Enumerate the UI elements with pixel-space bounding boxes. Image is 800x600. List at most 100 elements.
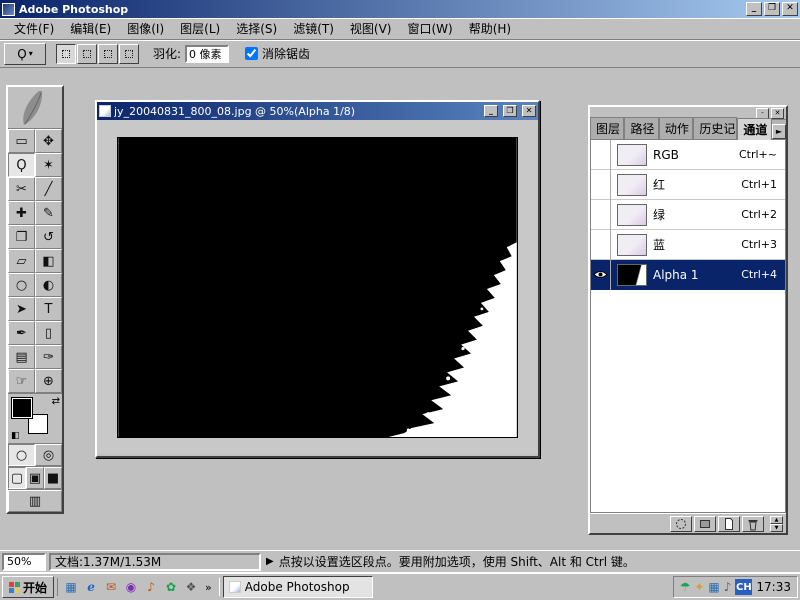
menu-item-filter[interactable]: 滤镜(T) <box>285 18 342 39</box>
scroll-up-button[interactable]: ▲ <box>770 516 783 524</box>
tool-blur[interactable]: ○ <box>8 273 35 297</box>
screen-mode-row: ▢ ▣ ■ <box>8 466 62 489</box>
menu-item-view[interactable]: 视图(V) <box>342 18 400 39</box>
selection-intersect-button[interactable] <box>119 44 139 64</box>
taskbar-button-photoshop[interactable]: Adobe Photoshop <box>223 576 373 598</box>
tool-move[interactable]: ✥ <box>35 129 62 153</box>
channel-row-green[interactable]: 绿 Ctrl+2 <box>591 200 785 230</box>
tool-eyedropper[interactable]: ✑ <box>35 345 62 369</box>
close-button[interactable]: ✕ <box>782 2 798 16</box>
tab-actions[interactable]: 动作 <box>659 117 693 139</box>
tool-preset-picker[interactable]: Ϙ ▾ <box>4 43 46 65</box>
standard-screen-button[interactable]: ▢ <box>8 467 26 489</box>
tool-shape[interactable]: ▯ <box>35 321 62 345</box>
tool-clone-stamp[interactable]: ❐ <box>8 225 35 249</box>
tool-dodge[interactable]: ◐ <box>35 273 62 297</box>
new-channel-button[interactable] <box>718 516 740 532</box>
jump-to-imageready-button[interactable]: ▥ <box>8 490 62 512</box>
restore-button[interactable]: ❐ <box>764 2 780 16</box>
tool-pen[interactable]: ✒ <box>8 321 35 345</box>
channel-row-red[interactable]: 红 Ctrl+1 <box>591 170 785 200</box>
tool-zoom[interactable]: ⊕ <box>35 369 62 393</box>
tool-eraser[interactable]: ▱ <box>8 249 35 273</box>
swap-colors-icon[interactable]: ⇄ <box>52 396 60 407</box>
default-colors-icon[interactable]: ◧ <box>11 431 20 441</box>
palette-minimize-button[interactable]: - <box>756 108 769 119</box>
tab-history[interactable]: 历史记 <box>693 117 737 139</box>
tool-slice[interactable]: ╱ <box>35 177 62 201</box>
internet-explorer-icon[interactable]: e <box>82 578 100 596</box>
app-titlebar[interactable]: Adobe Photoshop _ ❐ ✕ <box>0 0 800 18</box>
tool-healing-brush[interactable]: ✚ <box>8 201 35 225</box>
fullscreen-menu-button[interactable]: ▣ <box>26 467 44 489</box>
zoom-level-field[interactable]: 50% <box>2 553 46 571</box>
tab-paths[interactable]: 路径 <box>624 117 658 139</box>
document-minimize-button[interactable]: _ <box>484 105 498 117</box>
tool-rect-marquee[interactable]: ▭ <box>8 129 35 153</box>
channel-row-alpha1[interactable]: Alpha 1 Ctrl+4 <box>591 260 785 290</box>
visibility-toggle[interactable] <box>591 260 611 290</box>
foreground-color-swatch[interactable] <box>12 398 32 418</box>
document-titlebar[interactable]: jy_20040831_800_08.jpg @ 50%(Alpha 1/8) … <box>97 102 538 120</box>
music-player-icon[interactable]: ♪ <box>142 578 160 596</box>
selection-add-button[interactable] <box>77 44 97 64</box>
feather-input[interactable] <box>185 45 229 63</box>
menu-item-select[interactable]: 选择(S) <box>228 18 285 39</box>
tab-channels[interactable]: 通道 <box>737 118 771 140</box>
antivirus-umbrella-icon[interactable]: ☂ <box>680 580 691 594</box>
tool-lasso[interactable]: Ϙ <box>8 153 35 177</box>
menu-item-file[interactable]: 文件(F) <box>6 18 62 39</box>
menu-item-help[interactable]: 帮助(H) <box>461 18 519 39</box>
channel-row-blue[interactable]: 蓝 Ctrl+3 <box>591 230 785 260</box>
visibility-toggle[interactable] <box>591 200 611 230</box>
load-selection-button[interactable] <box>670 516 692 532</box>
minimize-button[interactable]: _ <box>746 2 762 16</box>
menu-item-layer[interactable]: 图层(L) <box>172 18 228 39</box>
messenger-icon[interactable]: ✿ <box>162 578 180 596</box>
palette-close-button[interactable]: ✕ <box>771 108 784 119</box>
menu-item-image[interactable]: 图像(I) <box>119 18 172 39</box>
document-close-button[interactable]: ✕ <box>522 105 536 117</box>
menu-item-edit[interactable]: 编辑(E) <box>62 18 119 39</box>
tool-magic-wand[interactable]: ✶ <box>35 153 62 177</box>
media-player-icon[interactable]: ◉ <box>122 578 140 596</box>
scroll-down-button[interactable]: ▼ <box>770 524 783 532</box>
ime-language-indicator[interactable]: CH <box>735 579 752 595</box>
image-canvas[interactable] <box>117 137 518 438</box>
visibility-toggle[interactable] <box>591 170 611 200</box>
selection-new-button[interactable] <box>56 44 76 64</box>
update-icon[interactable]: ✦ <box>694 580 704 594</box>
start-button[interactable]: 开始 <box>2 576 54 598</box>
antialias-checkbox[interactable] <box>245 47 258 60</box>
standard-mode-button[interactable]: ○ <box>8 444 35 466</box>
tab-scroll-arrow[interactable]: ► <box>772 124 786 139</box>
channel-row-rgb[interactable]: RGB Ctrl+~ <box>591 140 785 170</box>
selection-subtract-button[interactable] <box>98 44 118 64</box>
save-selection-button[interactable] <box>694 516 716 532</box>
menu-item-window[interactable]: 窗口(W) <box>399 18 460 39</box>
delete-channel-button[interactable] <box>742 516 764 532</box>
tool-path-select[interactable]: ➤ <box>8 297 35 321</box>
quick-mask-button[interactable]: ◎ <box>35 444 62 466</box>
fullscreen-button[interactable]: ■ <box>44 467 62 489</box>
mail-icon[interactable]: ✉ <box>102 578 120 596</box>
visibility-toggle[interactable] <box>591 230 611 260</box>
tab-layers[interactable]: 图层 <box>590 117 624 139</box>
quick-launch-overflow[interactable]: » <box>202 581 215 594</box>
save-selection-icon <box>698 517 712 531</box>
tool-history-brush[interactable]: ↺ <box>35 225 62 249</box>
tool-type[interactable]: T <box>35 297 62 321</box>
tool-hand[interactable]: ☞ <box>8 369 35 393</box>
visibility-toggle[interactable] <box>591 140 611 170</box>
show-desktop-icon[interactable]: ▦ <box>62 578 80 596</box>
display-icon[interactable]: ▦ <box>708 580 719 594</box>
document-restore-button[interactable]: ❐ <box>503 105 517 117</box>
tool-crop[interactable]: ✂ <box>8 177 35 201</box>
tool-brush[interactable]: ✎ <box>35 201 62 225</box>
tool-gradient[interactable]: ◧ <box>35 249 62 273</box>
photoshop-feather-logo <box>8 87 62 129</box>
folder-tool-icon[interactable]: ❖ <box>182 578 200 596</box>
status-popup-arrow[interactable]: ▶ <box>266 556 274 567</box>
tool-notes[interactable]: ▤ <box>8 345 35 369</box>
volume-icon[interactable]: ♪ <box>724 580 732 594</box>
